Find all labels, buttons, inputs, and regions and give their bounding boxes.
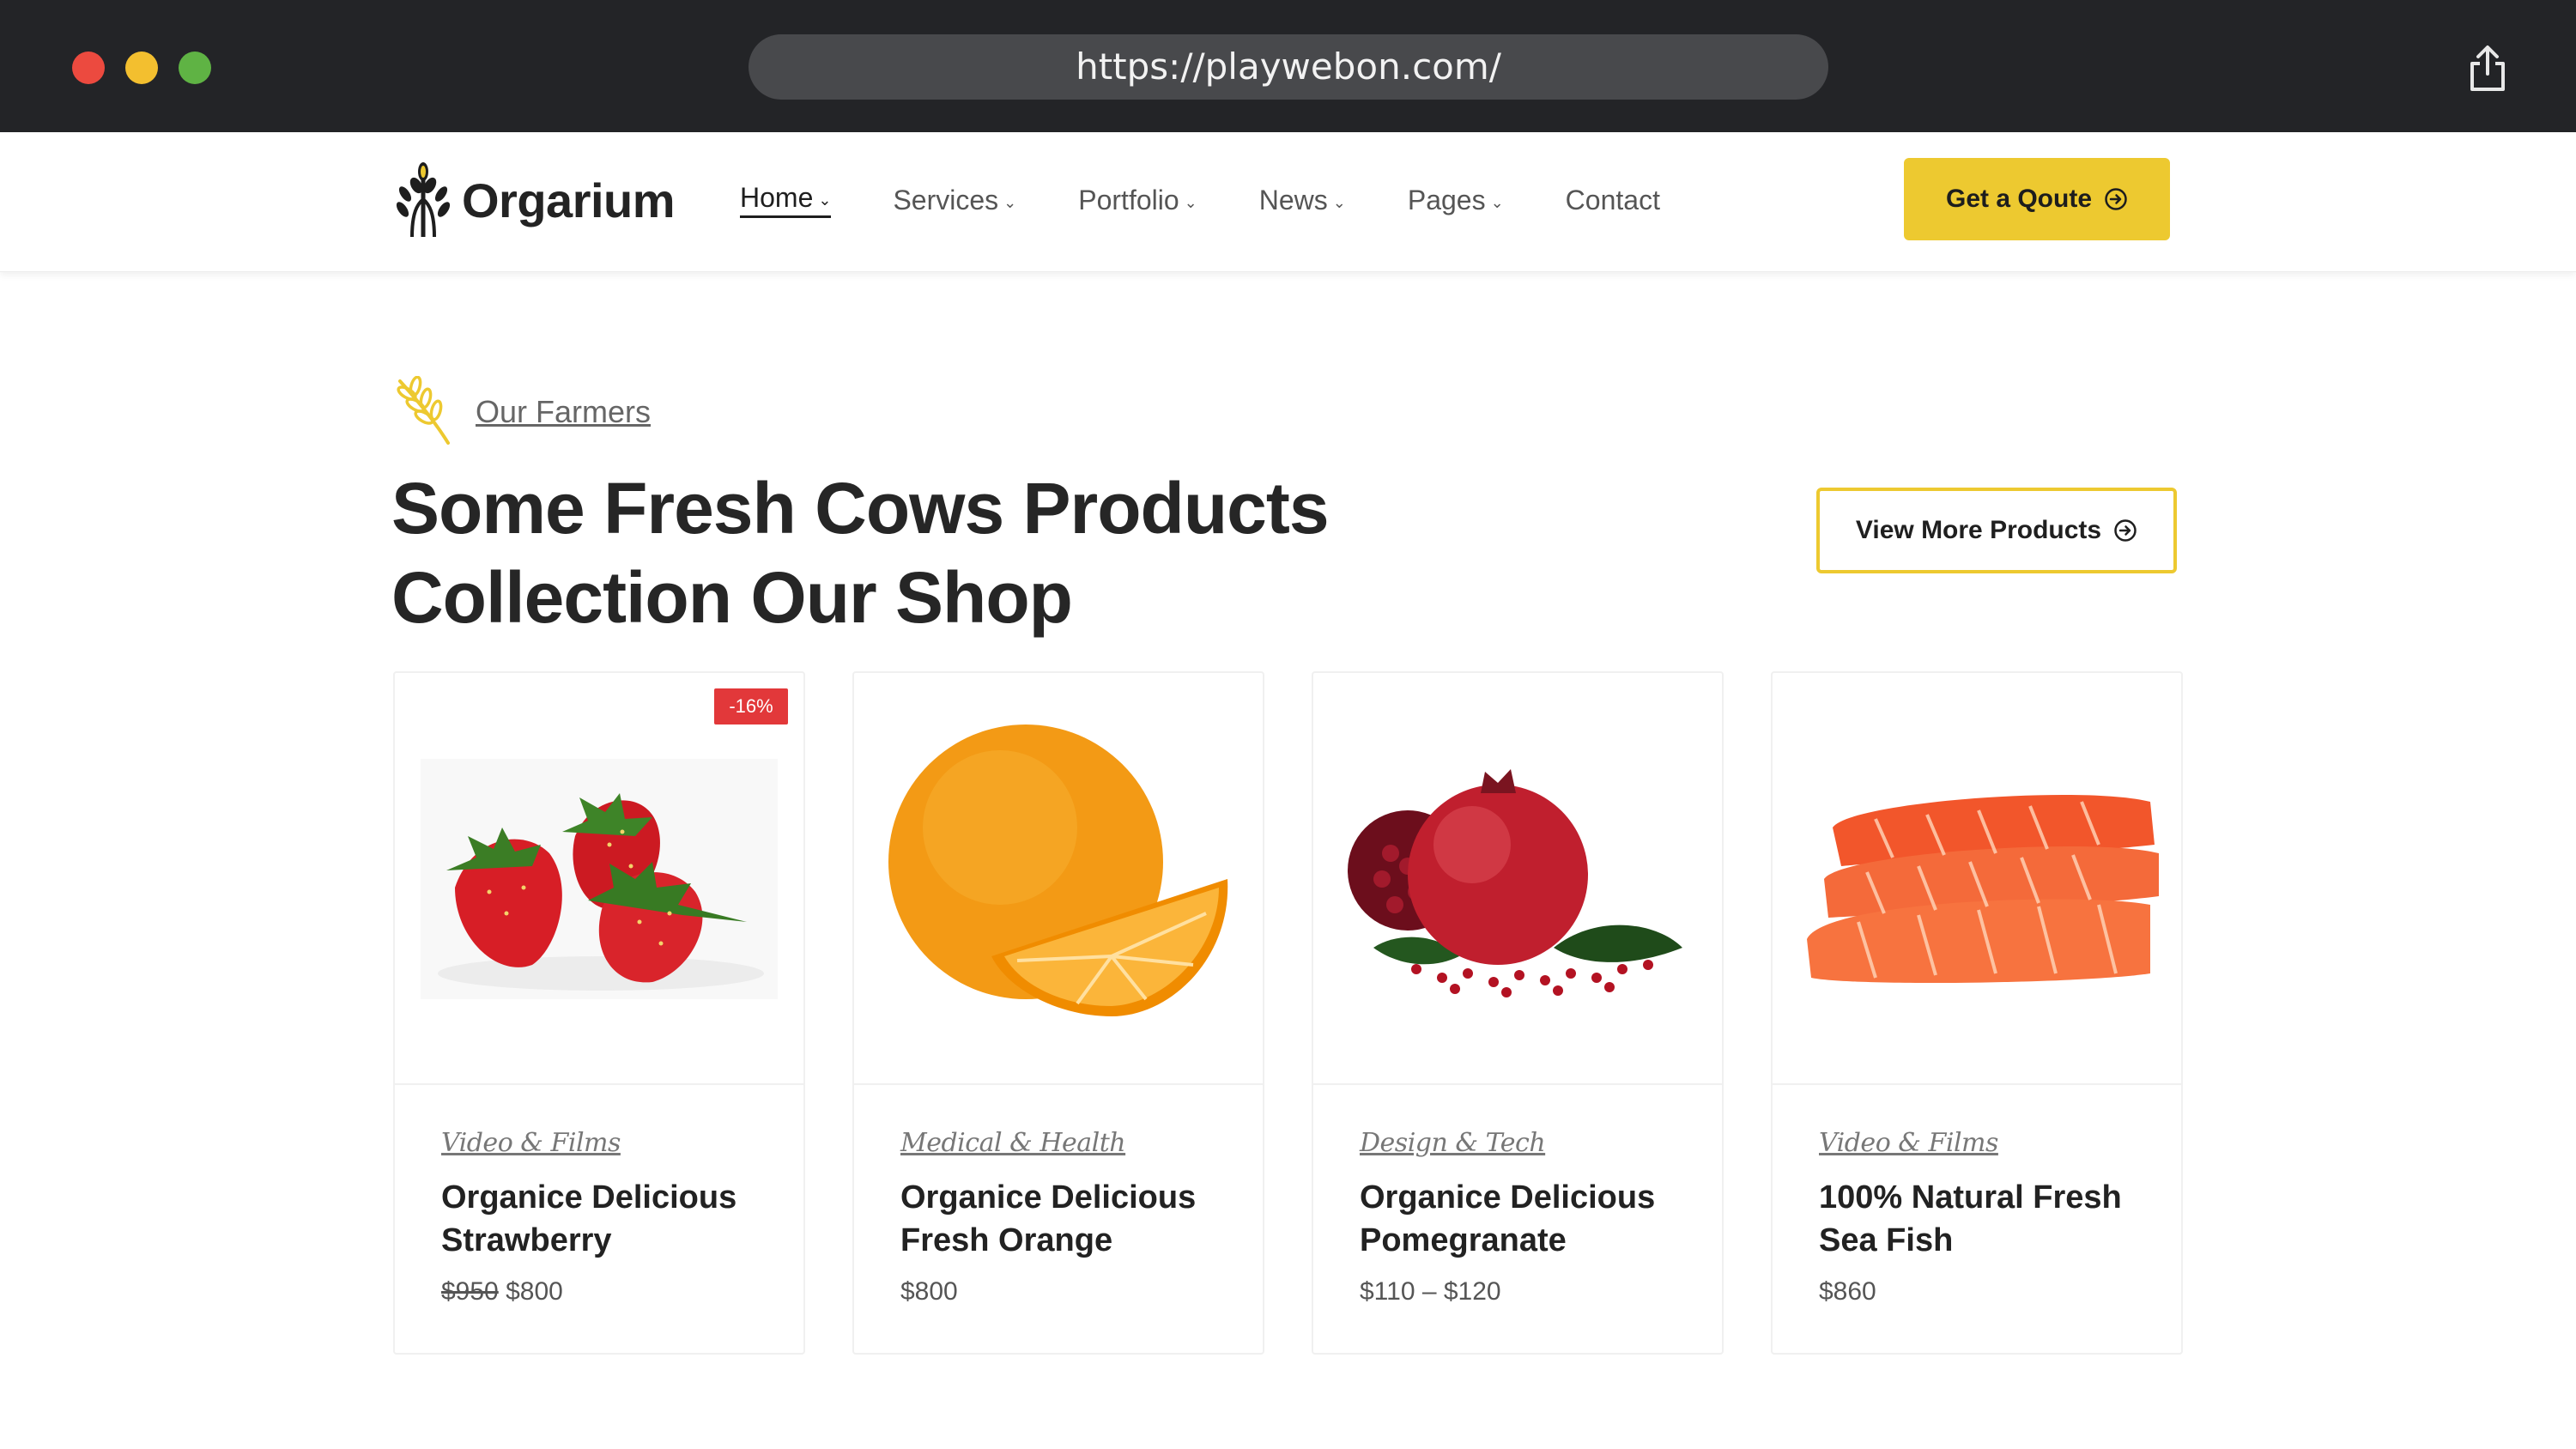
product-card[interactable]: Video & Films 100% Natural Fresh Sea Fis… [1771,671,2183,1355]
get-quote-button[interactable]: Get a Qoute [1904,158,2170,240]
arrow-right-circle-icon [2105,188,2127,210]
site-header: Orgarium Home ⌄ Services ⌄ Portfolio ⌄ News… [0,132,2576,272]
product-category-link[interactable]: Design & Tech [1360,1128,1546,1158]
product-category-link[interactable]: Video & Films [1819,1128,1998,1158]
chevron-down-icon: ⌄ [1184,193,1197,211]
wheat-icon [397,376,450,445]
nav-item-news[interactable]: News ⌄ [1259,182,1346,218]
chevron-down-icon: ⌄ [1003,193,1017,211]
chevron-down-icon: ⌄ [818,191,832,209]
product-title[interactable]: 100% Natural Fresh Sea Fish [1819,1176,2154,1262]
product-title[interactable]: Organice Delicious Strawberry [441,1176,776,1262]
product-image-strawberry[interactable]: -16% [395,673,803,1085]
product-price: $860 [1819,1277,1876,1307]
product-title[interactable]: Organice Delicious Fresh Orange [900,1176,1235,1262]
product-grid: -16% Video & Films Organice Delicious St… [393,671,2184,1356]
product-category-link[interactable]: Medical & Health [900,1128,1126,1158]
product-image-orange[interactable] [854,673,1263,1085]
salmon-fillet-image [1807,794,2159,984]
minimize-window-button[interactable] [125,52,158,84]
section-eyebrow-link[interactable]: Our Farmers [476,394,651,430]
wheat-logo-icon [396,162,451,238]
product-card[interactable]: Medical & Health Organice Delicious Fres… [852,671,1264,1355]
product-title[interactable]: Organice Delicious Pomegranate [1360,1176,1694,1262]
section-title: Some Fresh Cows Products Collection Our … [391,468,1330,638]
sale-price: $800 [506,1277,563,1306]
section-eyebrow: Our Farmers [391,376,651,448]
strawberry-image [421,759,778,999]
nav-item-pages[interactable]: Pages ⌄ [1408,182,1504,218]
sale-price: $800 [900,1277,958,1306]
product-price: $110 – $120 [1360,1277,1501,1307]
maximize-window-button[interactable] [179,52,211,84]
address-bar[interactable]: https://playwebon.com/ [749,34,1828,100]
share-icon[interactable] [2465,45,2510,93]
product-price: $800 [900,1277,958,1307]
product-price: $950 $800 [441,1277,563,1307]
orange-image [888,724,1228,1016]
product-card[interactable]: Design & Tech Organice Delicious Pomegra… [1312,671,1724,1355]
pomegranate-image [1348,769,1682,997]
nav-item-home[interactable]: Home ⌄ [740,182,832,218]
original-price: $950 [441,1277,499,1306]
sale-price: $110 – $120 [1360,1277,1501,1306]
browser-chrome: https://playwebon.com/ [0,0,2576,132]
nav-item-contact[interactable]: Contact [1566,182,1660,218]
arrow-right-circle-icon [2114,519,2137,542]
product-card[interactable]: -16% Video & Films Organice Delicious St… [393,671,805,1355]
chevron-down-icon: ⌄ [1332,193,1346,211]
view-more-products-button[interactable]: View More Products [1816,488,2177,573]
brand-name: Orgarium [462,173,676,227]
sale-price: $860 [1819,1277,1876,1306]
product-image-pomegranate[interactable] [1313,673,1722,1085]
chevron-down-icon: ⌄ [1490,193,1504,211]
close-window-button[interactable] [72,52,105,84]
nav-item-services[interactable]: Services ⌄ [893,182,1016,218]
sale-badge: -16% [714,688,788,724]
nav-item-portfolio[interactable]: Portfolio ⌄ [1078,182,1197,218]
main-nav: Home ⌄ Services ⌄ Portfolio ⌄ News ⌄ Pages ⌄ … [740,182,1722,218]
brand-logo[interactable]: Orgarium [393,161,676,239]
product-category-link[interactable]: Video & Films [441,1128,621,1158]
product-image-salmon[interactable] [1773,673,2181,1085]
